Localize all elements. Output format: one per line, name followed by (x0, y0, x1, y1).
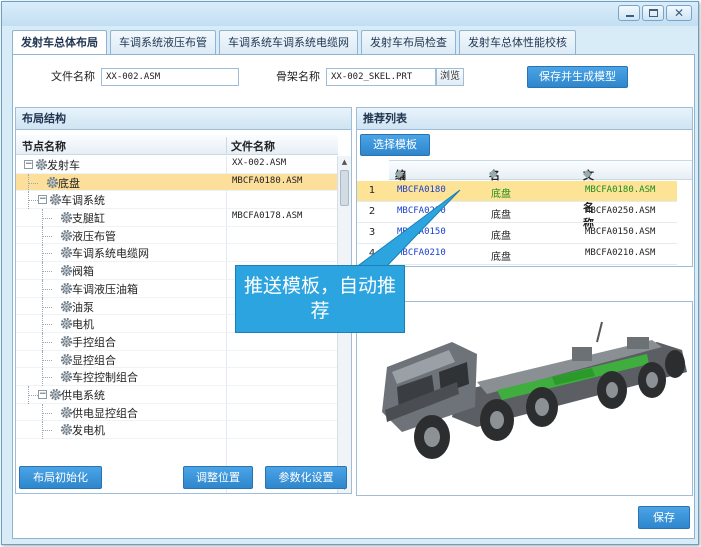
recommend-row[interactable]: 2 MBCFA0250 底盘 MBCFA0250.ASM (357, 202, 677, 223)
recommend-row[interactable]: 4 MBCFA0210 底盘 MBCFA0210.ASM (357, 244, 677, 265)
tree-node[interactable]: − 车调系统 (16, 191, 338, 210)
tree-node[interactable]: 车调系统电缆网 (16, 244, 338, 263)
tree-node-label: 发射车 (47, 159, 80, 172)
row-code: MBCFA0250 (397, 206, 446, 216)
tree-node[interactable]: 手控组合 (16, 332, 338, 351)
tree-node-label: 手控组合 (72, 335, 116, 349)
sort-icon: ◆ (395, 167, 404, 180)
row-file: MBCFA0180.ASM (585, 185, 656, 195)
row-name: 底盘 (491, 189, 511, 200)
tree-node[interactable]: 车控控制组合 (16, 368, 338, 387)
row-number: 4 (368, 248, 376, 259)
launcher-truck-model-image (382, 321, 687, 459)
save-generate-model-button[interactable]: 保存并生成模型 (527, 66, 628, 88)
recommend-list-title: 推荐列表 (357, 108, 692, 130)
tab-4[interactable]: 发射车总体性能校核 (459, 30, 576, 54)
tree-node-label: 底盘 (58, 176, 80, 190)
tree-node-label: 供电系统 (61, 388, 105, 402)
recommend-row[interactable]: 1 MBCFA0180 底盘 MBCFA0180.ASM (357, 181, 677, 202)
title-bar: ✕ (2, 2, 698, 26)
minimize-icon (626, 15, 634, 17)
tree-node-label: 供电显控组合 (72, 406, 138, 420)
tree-node[interactable]: − 供电系统 (16, 385, 338, 404)
tree-node[interactable]: 底盘 MBCFA0180.ASM (16, 173, 338, 192)
tree-node-label: 车调系统 (61, 194, 105, 208)
tree-node[interactable]: 支腿缸 MBCFA0178.ASM (16, 209, 338, 228)
tree-node-label: 发电机 (72, 424, 105, 438)
sort-icon: ◆ (489, 167, 498, 180)
minimize-button[interactable] (618, 5, 640, 21)
row-file: MBCFA0210.ASM (585, 248, 656, 258)
select-template-button[interactable]: 选择模板 (360, 134, 430, 156)
file-name-field[interactable]: XX-002.ASM (101, 68, 239, 86)
col-file-name: 文件名称 (231, 140, 275, 153)
tab-bar: 发射车总体布局 车调系统液压布管 车调系统车调系统电缆网 发射车布局检查 发射车总体性能… (12, 30, 576, 55)
recommend-list-panel: 推荐列表 选择模板 编号 ◆ 名称 ◆ 文件名称 ◆ 1 MBCFA0180 底盘 M… (356, 107, 693, 267)
row-code: MBCFA0210 (397, 248, 446, 258)
tree-node-label: 支腿缸 (72, 212, 105, 226)
adjust-position-button[interactable]: 调整位置 (183, 466, 253, 489)
recommend-grid-header: 编号 ◆ 名称 ◆ 文件名称 ◆ (389, 160, 692, 230)
maximize-button[interactable] (642, 5, 664, 21)
tree-header: 节点名称 文件名称 (16, 135, 338, 155)
col-node-name: 节点名称 (22, 140, 66, 153)
tree-node-label: 车控控制组合 (72, 371, 138, 385)
layout-init-button[interactable]: 布局初始化 (19, 466, 102, 489)
tree-node[interactable]: 显控组合 (16, 350, 338, 369)
sort-icon: ◆ (583, 167, 592, 180)
tab-3[interactable]: 发射车布局检查 (361, 30, 456, 54)
row-code: MBCFA0180 (397, 185, 446, 195)
tree-node-label: 油泵 (72, 300, 94, 314)
tree-node[interactable]: 供电显控组合 (16, 403, 338, 422)
scroll-up-icon[interactable]: ▲ (338, 156, 351, 169)
row-file: MBCFA0150.ASM (585, 227, 656, 237)
tree-node-label: 液压布管 (72, 229, 116, 243)
tree-node-file: XX-002.ASM (232, 158, 287, 168)
row-name: 底盘 (491, 252, 511, 263)
close-button[interactable]: ✕ (666, 5, 692, 21)
tab-0[interactable]: 发射车总体布局 (12, 30, 107, 55)
row-file: MBCFA0250.ASM (585, 206, 656, 216)
file-name-label: 文件名称 (51, 70, 95, 83)
maximize-icon (649, 9, 658, 17)
tree-node-file: MBCFA0178.ASM (232, 211, 303, 222)
row-name: 底盘 (491, 231, 511, 242)
row-number: 3 (368, 227, 376, 238)
parameter-settings-button[interactable]: 参数化设置 (265, 466, 347, 489)
model-preview-panel (356, 301, 693, 496)
file-form: 文件名称 XX-002.ASM 骨架名称 XX-002_SKEL.PRT 浏览 … (13, 66, 694, 91)
row-number: 2 (368, 206, 376, 217)
scroll-thumb[interactable] (340, 170, 349, 206)
close-icon: ✕ (673, 6, 685, 20)
tree-node-label: 电机 (72, 318, 94, 332)
tab-2[interactable]: 车调系统车调系统电缆网 (219, 30, 358, 54)
tree-node-label: 车调液压油箱 (72, 282, 138, 296)
tree-node[interactable]: 液压布管 (16, 226, 338, 245)
row-name: 底盘 (491, 210, 511, 221)
skeleton-name-label: 骨架名称 (276, 70, 320, 83)
collapse-icon[interactable]: − (24, 160, 33, 169)
collapse-icon[interactable]: − (38, 195, 47, 205)
tree-node[interactable]: 发电机 (16, 421, 338, 440)
row-number: 1 (368, 185, 376, 196)
tree-node-file: MBCFA0180.ASM (232, 175, 303, 186)
skeleton-name-field[interactable]: XX-002_SKEL.PRT (326, 68, 436, 86)
layout-structure-title: 布局结构 (16, 108, 351, 130)
tree-node-label: 车调系统电缆网 (72, 247, 149, 261)
annotation-callout: 推送模板，自动推荐 (235, 265, 405, 333)
save-button[interactable]: 保存 (638, 506, 690, 529)
tree-node-label: 显控组合 (72, 353, 116, 367)
tab-1[interactable]: 车调系统液压布管 (110, 30, 216, 54)
browse-button[interactable]: 浏览 (436, 68, 464, 86)
tree-node-label: 阀箱 (72, 265, 94, 279)
recommend-row[interactable]: 3 MBCFA0150 底盘 MBCFA0150.ASM (357, 223, 677, 244)
tree-node[interactable]: − 发射车 XX-002.ASM (16, 156, 338, 174)
row-code: MBCFA0150 (397, 227, 446, 237)
collapse-icon[interactable]: − (38, 389, 47, 399)
